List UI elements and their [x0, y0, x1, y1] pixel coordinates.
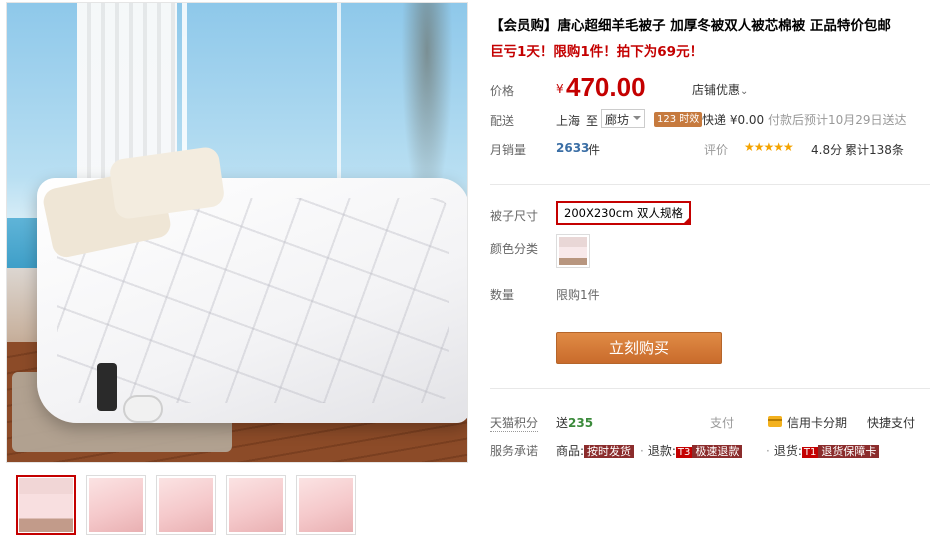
payment-label: 支付 [710, 416, 735, 430]
caret-down-icon [633, 116, 641, 120]
ship-to-word: 至 [586, 114, 599, 128]
size-label: 被子尺寸 [490, 209, 539, 223]
buy-now-button[interactable]: 立刻购买 [556, 332, 722, 364]
shipping-info: 快递 ¥0.00 付款后预计10月29日送达 [702, 111, 907, 128]
review-total-link[interactable]: 累计138条 [845, 141, 904, 158]
installment-option[interactable]: 信用卡分期 [787, 414, 847, 431]
monthly-sales-label: 月销量 [490, 143, 527, 157]
currency-symbol: ¥ [556, 82, 564, 96]
price-value: 470.00 [566, 72, 646, 102]
quick-pay-option[interactable]: 快捷支付 [867, 414, 915, 431]
shipping-method: 快递 ¥0.00 [702, 113, 765, 127]
divider [490, 184, 930, 185]
service-return-guarantee[interactable]: · 退货: T1 退货保障卡 [766, 442, 880, 459]
price-label: 价格 [490, 84, 515, 98]
monthly-sales-count: 2633 [556, 141, 590, 155]
ship-origin: 上海 [556, 114, 581, 128]
rating-label: 评价 [704, 143, 729, 157]
quantity-limit: 限购1件 [556, 288, 600, 302]
thumbnail-strip [16, 475, 356, 535]
thumbnail-5[interactable] [296, 475, 356, 535]
tmall-points-link[interactable]: 天猫积分 [490, 414, 539, 432]
rating-stars: ★★★★★ [744, 140, 794, 154]
delivery-estimate: 付款后预计10月29日送达 [768, 113, 907, 127]
thumbnail-1[interactable] [16, 475, 76, 535]
thumbnail-3[interactable] [156, 475, 216, 535]
divider [490, 388, 930, 389]
sales-unit: 件 [588, 143, 601, 157]
quantity-label: 数量 [490, 288, 515, 302]
service-ontime-shipping[interactable]: 商品: 按时发货 [556, 442, 635, 459]
credit-card-icon [768, 416, 782, 427]
rating-score: 4.8分 [811, 143, 843, 157]
thumbnail-4[interactable] [226, 475, 286, 535]
color-label: 颜色分类 [490, 242, 539, 256]
thumbnail-2[interactable] [86, 475, 146, 535]
destination-value: 廊坊 [605, 113, 630, 127]
main-product-image[interactable] [6, 2, 468, 463]
color-option-swatch[interactable] [556, 234, 590, 268]
shop-discount-dropdown[interactable]: 店铺优惠⌄ [692, 81, 748, 98]
shipping-label: 配送 [490, 114, 515, 128]
points-value: 送235 [556, 416, 594, 430]
promo-text: 巨亏1天！限购1件！拍下为69元！ [490, 44, 704, 60]
size-option-200x230[interactable]: 200X230cm 双人规格 [556, 201, 691, 225]
service-label: 服务承诺 [490, 444, 539, 458]
chevron-down-icon: ⌄ [740, 86, 749, 97]
product-title: 【会员购】唐心超细羊毛被子 加厚冬被双人被芯棉被 正品特价包邮 [490, 18, 891, 34]
shop-discount-label: 店铺优惠 [692, 83, 741, 97]
destination-select[interactable]: 廊坊 [601, 109, 645, 128]
service-fast-refund[interactable]: · 退款: T3 极速退款 [640, 442, 743, 459]
timeliness-badge: 123 时效 [654, 112, 703, 127]
selected-check-icon [681, 216, 691, 225]
